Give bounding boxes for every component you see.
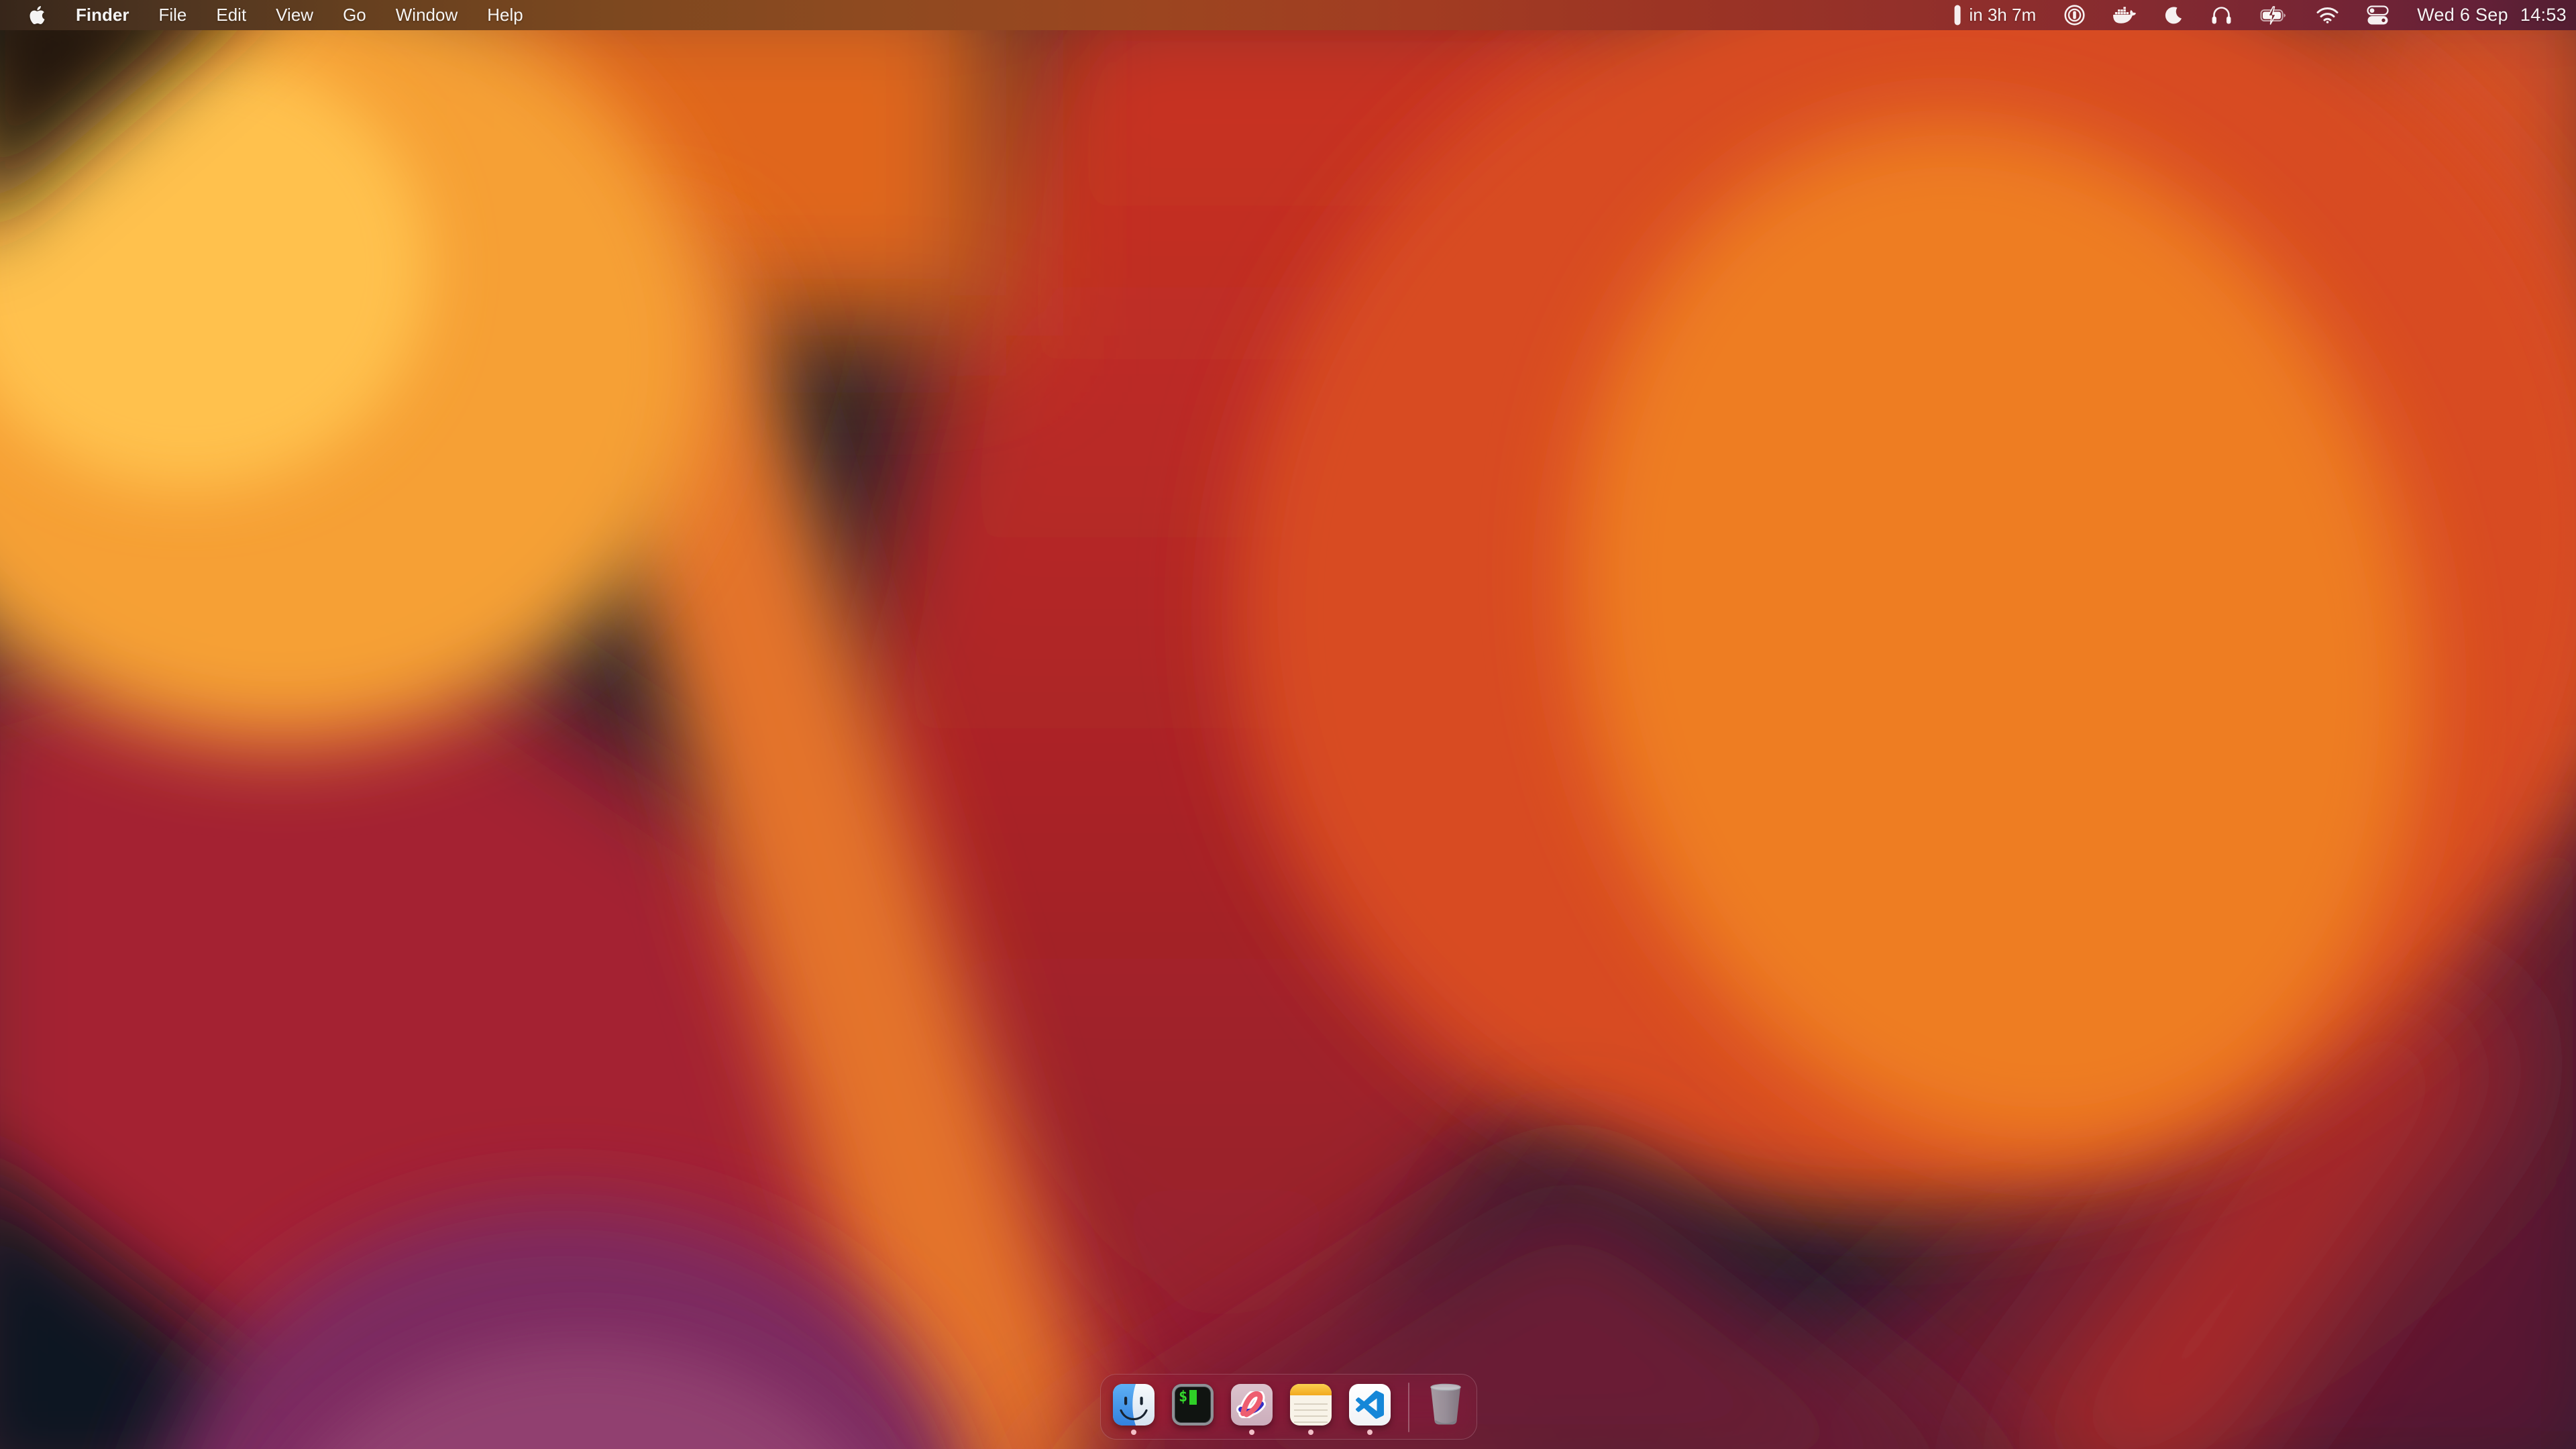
vscode-icon	[1349, 1384, 1391, 1426]
status-keyhole[interactable]	[2064, 5, 2085, 25]
status-wifi[interactable]	[2316, 7, 2339, 23]
headphones-icon	[2211, 5, 2232, 25]
menu-app-name[interactable]: Finder	[76, 5, 129, 25]
control-center-icon	[2367, 5, 2389, 25]
menu-bar-clock[interactable]: Wed 6 Sep 14:53	[2417, 5, 2567, 25]
terminal-icon: $	[1172, 1384, 1214, 1426]
status-timer[interactable]: in 3h 7m	[1954, 5, 2036, 25]
arc-browser-icon	[1231, 1384, 1273, 1426]
dock-item-terminal[interactable]: $	[1172, 1375, 1214, 1439]
dock-item-arc-browser[interactable]	[1231, 1375, 1273, 1439]
menu-bar-left: Finder File Edit View Go Window Help	[0, 5, 523, 25]
timer-capsule-icon	[1954, 5, 1961, 25]
notes-header-bar	[1290, 1384, 1332, 1395]
status-focus[interactable]	[2164, 6, 2183, 25]
dock: $	[1100, 1374, 1477, 1440]
dock-item-trash[interactable]	[1427, 1375, 1464, 1439]
terminal-cursor	[1189, 1390, 1197, 1405]
menu-window[interactable]: Window	[396, 5, 458, 25]
menu-edit[interactable]: Edit	[216, 5, 246, 25]
focus-moon-icon	[2164, 6, 2183, 25]
timer-label: in 3h 7m	[1969, 5, 2036, 25]
dock-item-finder[interactable]	[1113, 1375, 1155, 1439]
running-indicator	[1367, 1430, 1373, 1435]
status-control-center[interactable]	[2367, 5, 2389, 25]
desktop-wallpaper	[0, 0, 2576, 1449]
status-sound[interactable]	[2211, 5, 2232, 25]
keyhole-ring-icon	[2064, 5, 2085, 25]
finder-icon	[1113, 1384, 1155, 1426]
trash-icon	[1427, 1381, 1464, 1428]
menu-bar: Finder File Edit View Go Window Help in …	[0, 0, 2576, 30]
dock-item-vscode[interactable]	[1349, 1375, 1391, 1439]
dock-separator	[1408, 1383, 1409, 1432]
running-indicator	[1131, 1430, 1136, 1435]
apple-logo-icon	[28, 5, 46, 25]
running-indicator	[1249, 1430, 1254, 1435]
status-battery[interactable]	[2260, 6, 2288, 25]
menu-view[interactable]: View	[276, 5, 313, 25]
notes-icon	[1290, 1384, 1332, 1426]
battery-charging-icon	[2260, 6, 2288, 25]
menu-help[interactable]: Help	[487, 5, 523, 25]
menu-bar-status: in 3h 7m	[1954, 5, 2576, 25]
status-docker[interactable]	[2113, 6, 2136, 24]
macos-desktop: Finder File Edit View Go Window Help in …	[0, 0, 2576, 1449]
menu-go[interactable]: Go	[343, 5, 366, 25]
clock-date: Wed 6 Sep	[2417, 5, 2508, 25]
clock-time: 14:53	[2520, 5, 2567, 25]
wifi-icon	[2316, 7, 2339, 23]
docker-whale-icon	[2113, 6, 2136, 24]
terminal-prompt: $	[1179, 1390, 1187, 1405]
dock-item-notes[interactable]	[1290, 1375, 1332, 1439]
apple-menu[interactable]	[28, 5, 46, 25]
running-indicator	[1308, 1430, 1313, 1435]
menu-file[interactable]: File	[158, 5, 186, 25]
